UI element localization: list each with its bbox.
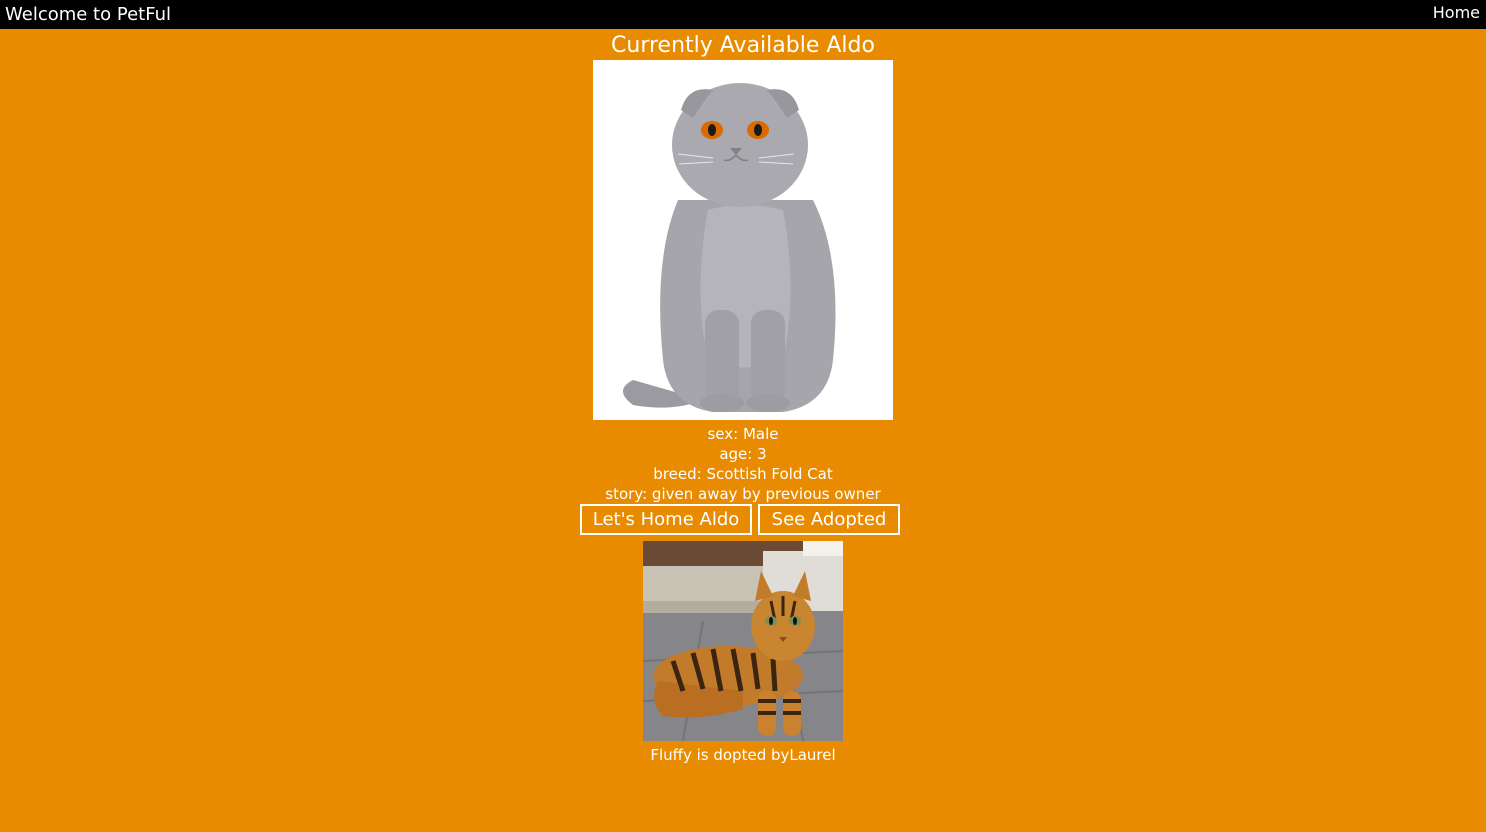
adopted-pet-photo <box>643 541 843 741</box>
action-buttons: Let's Home Aldo See Adopted <box>580 504 910 535</box>
see-adopted-button[interactable]: See Adopted <box>758 504 900 535</box>
page-title: Currently Available Aldo <box>611 33 875 58</box>
pet-sex: sex: Male <box>707 425 779 443</box>
home-link[interactable]: Home <box>1433 3 1480 23</box>
site-title: Welcome to PetFul <box>5 4 171 25</box>
cat-photo-illustration <box>593 60 893 420</box>
top-bar: Welcome to PetFul Home <box>0 0 1486 29</box>
pet-breed: breed: Scottish Fold Cat <box>653 465 833 483</box>
adopted-caption: Fluffy is dopted byLaurel <box>650 746 836 764</box>
bengal-cat-photo-illustration <box>643 541 843 741</box>
pet-age: age: 3 <box>719 445 767 463</box>
pet-story: story: given away by previous owner <box>605 485 881 503</box>
adopt-pet-button[interactable]: Let's Home Aldo <box>580 504 752 535</box>
pet-photo-scottish-fold-cat <box>593 60 893 420</box>
